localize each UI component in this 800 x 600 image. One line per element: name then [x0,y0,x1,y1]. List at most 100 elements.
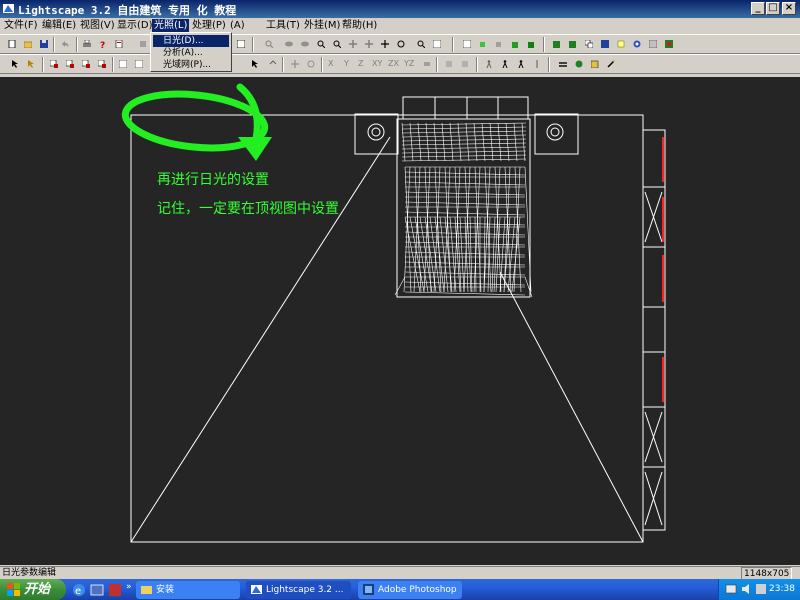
maximize-button[interactable]: □ [766,2,780,15]
export-button[interactable] [662,37,676,51]
info-button[interactable] [112,37,126,51]
outline-button[interactable] [476,37,490,51]
axis-xy-button[interactable]: XY [372,57,382,71]
save-button[interactable] [37,37,51,51]
walkthrough-button[interactable] [482,57,496,71]
pan-button[interactable] [346,37,360,51]
menu-view[interactable]: 视图(V) [78,19,117,33]
task-lightscape[interactable]: Lightscape 3.2 ... [246,581,351,599]
mesh-line [403,166,411,293]
save-icon [40,40,48,48]
minimize-button[interactable]: _ [751,2,765,15]
menu-file[interactable]: 文件(F) [2,19,40,33]
axis-yz-button[interactable]: YZ [404,57,414,71]
select-material-button[interactable] [95,57,109,71]
menu-animation[interactable]: (A) [228,19,247,33]
dolly-button[interactable] [362,37,376,51]
task-folder-install[interactable]: 安装 [136,581,240,599]
network-tray-icon[interactable] [725,583,737,595]
light-button[interactable] [614,37,628,51]
zoom-window-button[interactable] [430,37,444,51]
translate-button[interactable] [288,57,302,71]
select-entity-button[interactable] [63,57,77,71]
block-button[interactable] [566,37,580,51]
walk-button[interactable] [298,37,312,51]
menu-help[interactable]: 帮助(H) [340,19,379,33]
close-button[interactable]: × [782,2,796,15]
spin-button[interactable] [304,57,318,71]
menu-process[interactable]: 处理(P) [190,19,228,33]
shaded-button[interactable] [492,37,506,51]
tool-button[interactable] [604,57,618,71]
mirror-button[interactable] [442,57,456,71]
globe-button[interactable] [572,57,586,71]
open-file-button[interactable] [21,37,35,51]
render-button[interactable] [630,37,644,51]
zoom-in-button[interactable] [314,37,328,51]
toolbar-button[interactable] [136,37,150,51]
print-button[interactable] [80,37,94,51]
zoom-out-button[interactable] [330,37,344,51]
info-icon [115,40,123,48]
run-button[interactable] [498,57,512,71]
menu-plugins[interactable]: 外挂(M) [302,19,342,33]
select-layer-button[interactable] [79,57,93,71]
undo-button[interactable] [58,37,72,51]
layer-button[interactable] [550,37,564,51]
media-quicklaunch-icon[interactable] [108,583,122,597]
walk-button[interactable] [514,57,528,71]
menu-lighting[interactable]: 光照(L) [152,19,190,33]
axis-z-button[interactable]: Z [358,57,363,71]
select-block-button[interactable] [116,57,130,71]
zoom-region-button[interactable] [262,37,276,51]
status-bar: 日光参数编辑 1148x705 [0,566,800,581]
green-cube-icon [528,42,534,48]
select-all-button[interactable] [132,57,146,71]
copy-button[interactable] [582,37,596,51]
3d-viewport[interactable]: 再进行日光的设置 记住，一定要在顶视图中设置 [0,77,800,565]
wireframe-button[interactable] [460,37,474,51]
texture-button[interactable] [524,37,538,51]
solid-button[interactable] [508,37,522,51]
toolbar-separator [76,37,78,52]
mesh-line [433,166,441,293]
help-button[interactable]: ? [96,37,110,51]
start-button[interactable]: 开始 [0,579,66,600]
annotation-text-1: 再进行日光的设置 [157,172,269,188]
input-tray-icon[interactable] [755,583,767,595]
axis-zx-button[interactable]: ZX [388,57,399,71]
desktop-quicklaunch-icon[interactable] [90,583,104,597]
render-icon [633,40,641,48]
menu-item-analysis[interactable]: 分析(A)... [153,47,229,59]
texture-map-button[interactable] [646,37,660,51]
axis-y-button[interactable]: Y [344,57,349,71]
scale-button[interactable] [420,57,434,71]
bake-button[interactable] [588,57,602,71]
menu-tools[interactable]: 工具(T) [264,19,302,33]
roll-button[interactable] [394,37,408,51]
menu-item-ies-web[interactable]: 光域网(P)... [153,59,229,71]
menu-item-daylight[interactable]: 日光(D)... [153,35,229,47]
pin-button[interactable] [530,57,544,71]
perspective-line [499,271,644,543]
menu-display[interactable]: 显示(D) [115,19,155,33]
align-button[interactable] [458,57,472,71]
move-button[interactable] [248,57,262,71]
volume-tray-icon[interactable] [741,583,753,595]
window-button[interactable] [234,37,248,51]
tilt-button[interactable] [378,37,392,51]
select-surface-button[interactable] [47,57,61,71]
zoom-all-button[interactable] [414,37,428,51]
task-photoshop[interactable]: Adobe Photoshop [358,581,462,599]
select-arrow-button[interactable] [8,57,22,71]
select-object-button[interactable] [24,57,38,71]
orbit-button[interactable] [282,37,296,51]
quicklaunch-overflow[interactable]: » [126,582,132,592]
menu-edit[interactable]: 编辑(E) [40,19,78,33]
axis-x-button[interactable]: X [328,57,333,71]
stack-button[interactable] [556,57,570,71]
new-file-button[interactable] [5,37,19,51]
material-button[interactable] [598,37,612,51]
rotate-button[interactable] [266,57,280,71]
ie-quicklaunch-icon[interactable]: e [72,583,86,597]
